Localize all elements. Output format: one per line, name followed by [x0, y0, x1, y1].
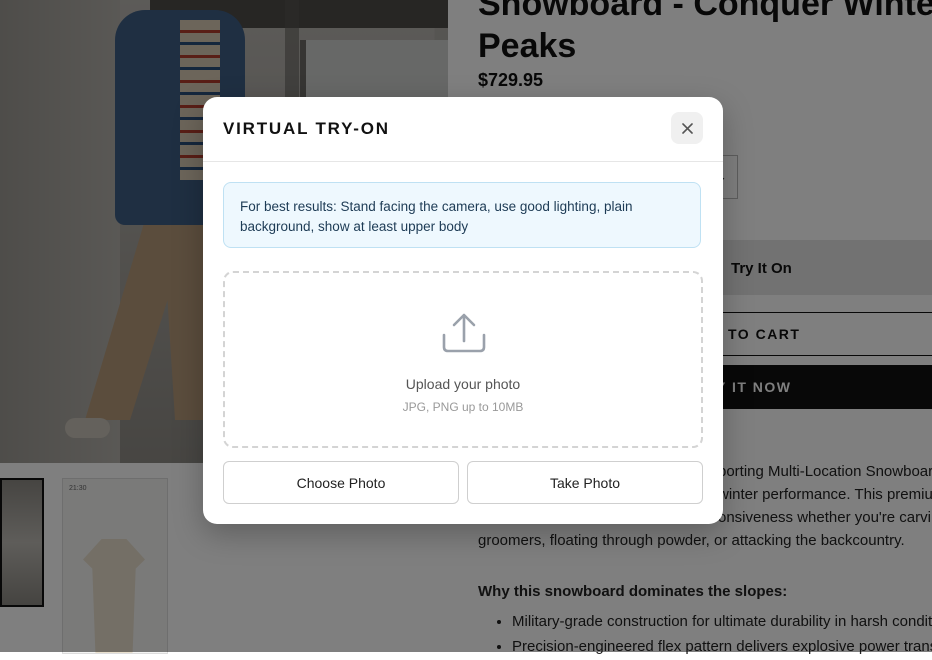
take-photo-button[interactable]: Take Photo	[467, 461, 703, 504]
upload-label: Upload your photo	[405, 376, 521, 392]
modal-header: VIRTUAL TRY-ON	[203, 97, 723, 162]
close-button[interactable]	[671, 112, 703, 144]
tips-banner: For best results: Stand facing the camer…	[223, 182, 701, 248]
upload-hint: JPG, PNG up to 10MB	[402, 400, 524, 414]
virtual-try-on-modal: VIRTUAL TRY-ON For best results: Stand f…	[203, 97, 723, 524]
upload-dropzone[interactable]: Upload your photo JPG, PNG up to 10MB	[223, 271, 703, 448]
close-icon	[681, 122, 693, 134]
upload-icon	[442, 313, 486, 353]
modal-title: VIRTUAL TRY-ON	[223, 119, 390, 138]
tips-text: For best results: Stand facing the camer…	[240, 199, 633, 234]
choose-photo-button[interactable]: Choose Photo	[223, 461, 459, 504]
